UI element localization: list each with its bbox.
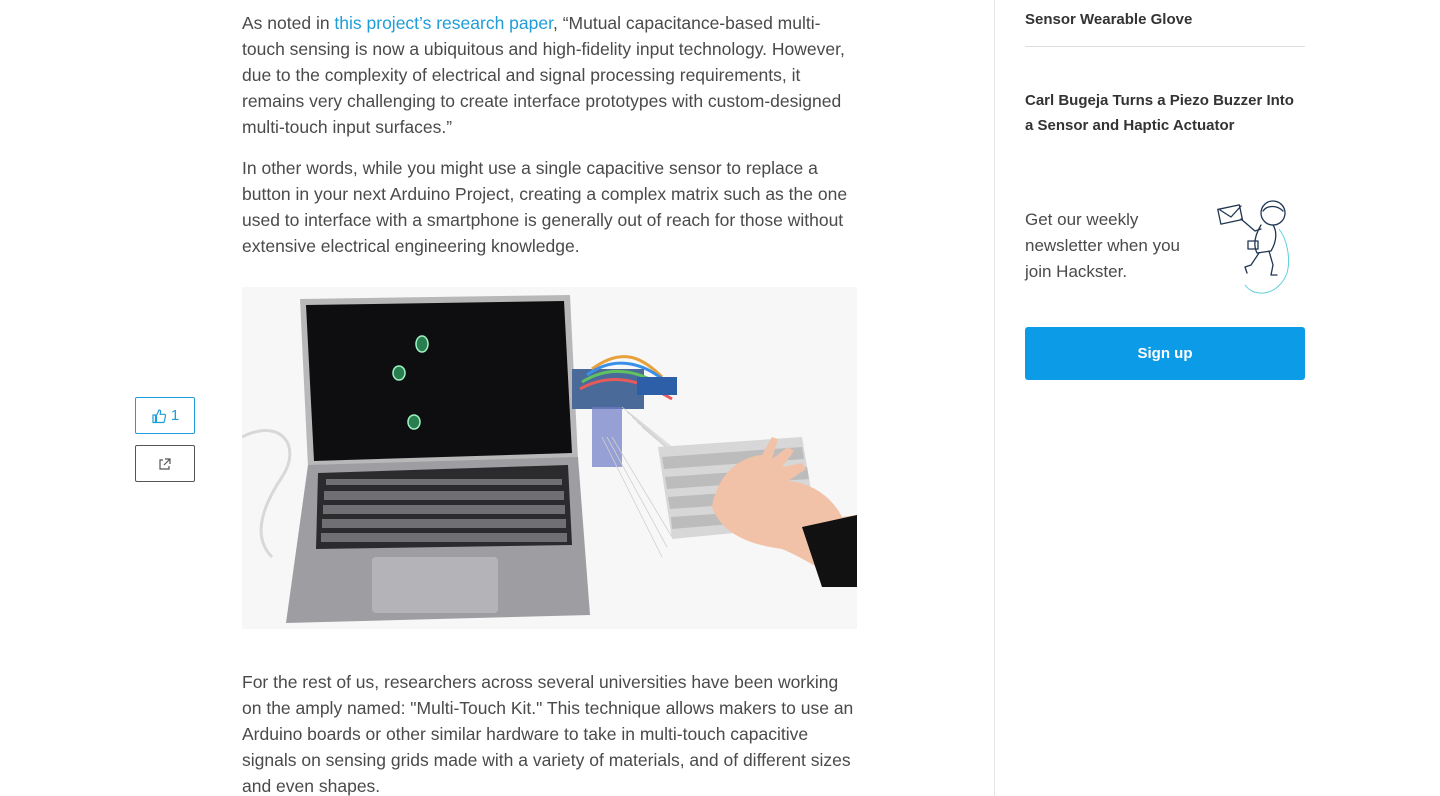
sidebar-divider xyxy=(994,0,995,796)
newsletter-promo: Get our weekly newsletter when you join … xyxy=(1025,200,1305,307)
article-paragraph-1: As noted in this project’s research pape… xyxy=(242,10,858,140)
paragraph-text: As noted in xyxy=(242,13,335,33)
astronaut-illustration-icon xyxy=(1217,200,1290,294)
page: As noted in this project’s research pape… xyxy=(0,0,1440,796)
newsletter-text: Get our weekly newsletter when you join … xyxy=(1025,210,1180,281)
thumbs-up-icon xyxy=(152,408,166,423)
like-button[interactable]: 1 xyxy=(135,397,195,434)
related-article-link[interactable]: Hand Mimics the Movement of a Tinfoil Se… xyxy=(1025,0,1305,47)
laptop-touch-grid-photo xyxy=(242,287,857,629)
social-actions: 1 xyxy=(135,397,195,482)
share-icon xyxy=(159,457,171,470)
article-image xyxy=(242,287,857,629)
article-paragraph-2: In other words, while you might use a si… xyxy=(242,158,848,256)
related-article-link[interactable]: Carl Bugeja Turns a Piezo Buzzer Into a … xyxy=(1025,88,1305,138)
share-button[interactable] xyxy=(135,445,195,482)
article-paragraph-3: For the rest of us, researchers across s… xyxy=(242,672,854,796)
research-paper-link[interactable]: this project’s research paper xyxy=(334,13,553,33)
sign-up-button[interactable]: Sign up xyxy=(1025,327,1305,380)
like-count: 1 xyxy=(170,407,180,424)
article-body: As noted in this project’s research pape… xyxy=(242,10,858,796)
